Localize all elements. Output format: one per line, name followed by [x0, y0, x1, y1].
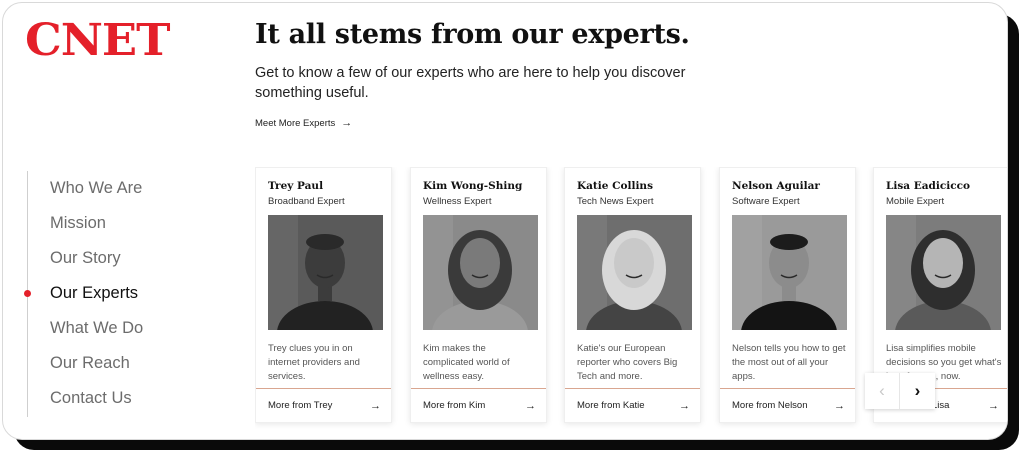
- arrow-right-icon: →: [341, 117, 353, 129]
- expert-name: Nelson Aguilar: [732, 180, 820, 192]
- nav-item-label: Contact Us: [50, 389, 132, 407]
- carousel-next-button[interactable]: ›: [900, 373, 935, 409]
- nav-item-label: Our Story: [50, 249, 121, 267]
- expert-name: Lisa Eadicicco: [886, 180, 971, 192]
- expert-role: Wellness Expert: [423, 196, 492, 207]
- card-divider: [565, 388, 700, 389]
- expert-role: Broadband Expert: [268, 196, 345, 207]
- arrow-right-icon: →: [834, 400, 845, 412]
- more-from-expert-link[interactable]: More from Nelson →: [732, 400, 845, 412]
- nav-item-our-reach[interactable]: Our Reach: [28, 346, 143, 381]
- more-from-label: More from Kim: [423, 400, 486, 411]
- nav-item-our-story[interactable]: Our Story: [28, 241, 143, 276]
- nav-item-our-experts[interactable]: Our Experts: [24, 276, 143, 311]
- more-from-label: More from Trey: [268, 400, 333, 411]
- expert-bio: Kim makes the complicated world of welln…: [423, 343, 510, 382]
- expert-bio: Nelson tells you how to get the most out…: [732, 343, 846, 382]
- arrow-right-icon: →: [679, 400, 690, 412]
- chevron-right-icon: ›: [914, 381, 921, 400]
- expert-card: Katie Collins Tech News Expert Katie's our…: [564, 167, 701, 423]
- expert-photo[interactable]: [577, 215, 692, 330]
- more-from-expert-link[interactable]: More from Katie →: [577, 400, 690, 412]
- expert-role: Software Expert: [732, 196, 800, 207]
- nav-item-label: What We Do: [50, 319, 144, 337]
- expert-photo[interactable]: [886, 215, 1001, 330]
- carousel-controls: ‹ ›: [865, 373, 935, 409]
- expert-photo[interactable]: [268, 215, 383, 330]
- expert-bio: Trey clues you in on internet providers …: [268, 343, 360, 382]
- expert-card: Trey Paul Broadband Expert Trey clues you …: [255, 167, 392, 423]
- nav-item-mission[interactable]: Mission: [28, 206, 143, 241]
- cnet-logo[interactable]: CNET: [25, 17, 170, 65]
- section-nav: Who We Are Mission Our Story Our Experts Wha…: [24, 171, 143, 417]
- active-indicator-dot: [24, 290, 31, 297]
- nav-item-label: Mission: [50, 214, 106, 232]
- expert-card: Kim Wong-Shing Wellness Expert Kim makes t…: [410, 167, 547, 423]
- meet-more-experts-link[interactable]: Meet More Experts →: [255, 117, 352, 129]
- page-frame: CNET It all stems from our experts. Get …: [2, 2, 1008, 440]
- more-from-expert-link[interactable]: More from Trey →: [268, 400, 381, 412]
- nav-item-contact-us[interactable]: Contact Us: [28, 381, 143, 416]
- more-from-label: More from Katie: [577, 400, 645, 411]
- nav-item-label: Our Experts: [50, 284, 139, 302]
- expert-bio: Katie's our European reporter who covers…: [577, 343, 678, 382]
- expert-photo[interactable]: [732, 215, 847, 330]
- expert-photo[interactable]: [423, 215, 538, 330]
- expert-card: Nelson Aguilar Software Expert Nelson tell…: [719, 167, 856, 423]
- expert-role: Tech News Expert: [577, 196, 654, 207]
- nav-item-what-we-do[interactable]: What We Do: [28, 311, 143, 346]
- meet-more-experts-label: Meet More Experts: [255, 117, 336, 129]
- arrow-right-icon: →: [525, 400, 536, 412]
- card-divider: [411, 388, 546, 389]
- arrow-right-icon: →: [370, 400, 381, 412]
- chevron-left-icon: ‹: [879, 381, 885, 400]
- nav-item-label: Our Reach: [50, 354, 130, 372]
- more-from-label: More from Nelson: [732, 400, 808, 411]
- card-divider: [256, 388, 391, 389]
- expert-role: Mobile Expert: [886, 196, 945, 207]
- arrow-right-icon: →: [988, 400, 999, 412]
- nav-item-label: Who We Are: [50, 179, 143, 197]
- expert-name: Trey Paul: [268, 180, 324, 192]
- expert-name: Katie Collins: [577, 180, 653, 192]
- page-title: It all stems from our experts.: [255, 19, 690, 50]
- expert-name: Kim Wong-Shing: [423, 180, 523, 192]
- intro-text: Get to know a few of our experts who are…: [255, 65, 686, 101]
- nav-item-who-we-are[interactable]: Who We Are: [28, 171, 143, 206]
- more-from-expert-link[interactable]: More from Kim →: [423, 400, 536, 412]
- carousel-prev-button[interactable]: ‹: [865, 373, 900, 409]
- card-divider: [720, 388, 855, 389]
